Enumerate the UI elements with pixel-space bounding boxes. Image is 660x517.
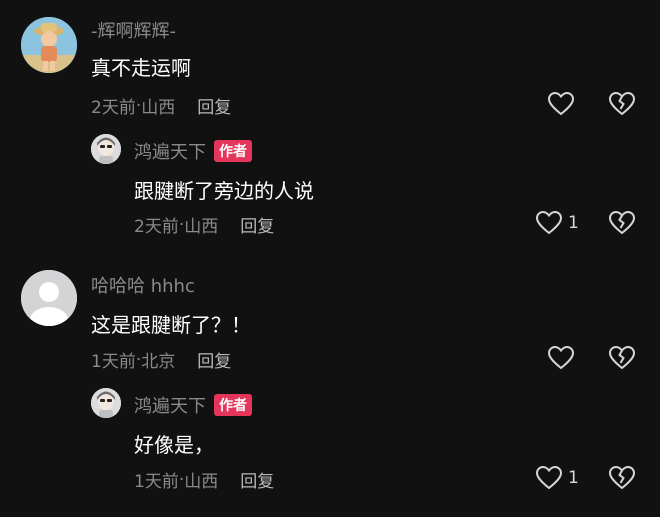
- reply-button[interactable]: 回复: [197, 93, 231, 118]
- heart-icon: [548, 92, 574, 116]
- heart-icon: [548, 346, 574, 370]
- broken-heart-icon: [609, 466, 635, 490]
- comment-meta: 1天前 · 北京 回复: [91, 347, 231, 373]
- author-badge: 作者: [214, 394, 252, 416]
- reply-button[interactable]: 回复: [240, 212, 274, 237]
- username[interactable]: 哈哈哈 hhhc: [91, 272, 195, 298]
- memoji-avatar-icon: [91, 134, 121, 164]
- timestamp: 2天前: [134, 217, 179, 237]
- broken-heart-icon: [609, 211, 635, 235]
- avatar[interactable]: [21, 17, 77, 73]
- default-avatar-icon: [21, 270, 77, 326]
- comment-text: 这是跟腱断了？！: [91, 313, 251, 337]
- comment-text: 跟腱断了旁边的人说: [134, 179, 314, 203]
- memoji-avatar-icon: [91, 388, 121, 418]
- location: 山西: [184, 472, 219, 492]
- author-badge: 作者: [214, 140, 252, 162]
- reply-button[interactable]: 回复: [197, 347, 231, 372]
- dislike-button[interactable]: [609, 211, 635, 235]
- dislike-button[interactable]: [609, 92, 635, 116]
- comment-meta: 2天前 · 山西 回复: [134, 212, 274, 238]
- reply-header: 鸿遍天下 作者: [134, 392, 252, 418]
- timestamp: 1天前: [134, 472, 179, 492]
- avatar[interactable]: [91, 388, 121, 418]
- reply-header: 鸿遍天下 作者: [134, 138, 252, 164]
- username[interactable]: 鸿遍天下: [134, 138, 206, 164]
- reply-button[interactable]: 回复: [240, 467, 274, 492]
- avatar[interactable]: [91, 134, 121, 164]
- broken-heart-icon: [609, 92, 635, 116]
- like-button[interactable]: 1: [536, 466, 579, 490]
- dislike-button[interactable]: [609, 466, 635, 490]
- timestamp: 1天前: [91, 352, 136, 372]
- timestamp: 2天前: [91, 98, 136, 118]
- cartoon-avatar-icon: [21, 17, 77, 73]
- like-count: 1: [568, 213, 579, 233]
- location: 山西: [141, 98, 176, 118]
- broken-heart-icon: [609, 346, 635, 370]
- location: 北京: [141, 352, 176, 372]
- like-button[interactable]: 1: [536, 211, 579, 235]
- comment-meta: 1天前 · 山西 回复: [134, 467, 274, 493]
- heart-icon: [536, 466, 562, 490]
- comment-text: 真不走运啊: [91, 56, 191, 80]
- dislike-button[interactable]: [609, 346, 635, 370]
- like-button[interactable]: [548, 92, 574, 116]
- username[interactable]: -辉啊辉辉-: [91, 17, 176, 43]
- comment-meta: 2天前 · 山西 回复: [91, 93, 231, 119]
- comment-text: 好像是，: [134, 433, 214, 457]
- username[interactable]: 鸿遍天下: [134, 392, 206, 418]
- like-count: 1: [568, 468, 579, 488]
- location: 山西: [184, 217, 219, 237]
- avatar[interactable]: [21, 270, 77, 326]
- heart-icon: [536, 211, 562, 235]
- like-button[interactable]: [548, 346, 574, 370]
